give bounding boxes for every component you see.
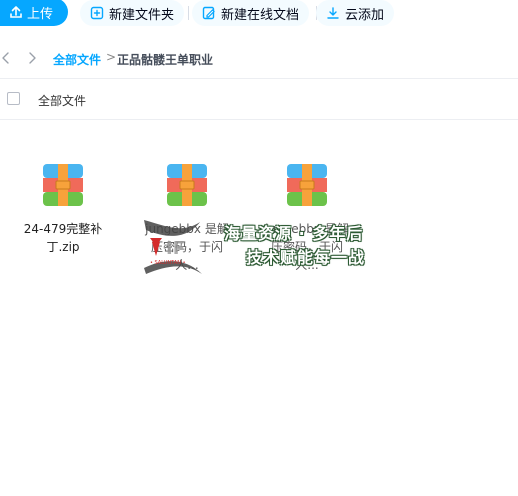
list-header: 全部文件	[0, 88, 518, 112]
list-header-label: 全部文件	[38, 94, 87, 108]
file-name: 24-479完整补丁.zip	[23, 222, 103, 254]
upload-icon	[10, 6, 22, 18]
new-folder-button[interactable]: 新建文件夹	[80, 0, 185, 26]
upload-button[interactable]: 上传	[0, 0, 68, 26]
breadcrumb-separator: >	[106, 50, 117, 64]
cloud-add-button[interactable]: 云添加	[316, 0, 395, 26]
svg-text:• SALUNTAN •: • SALUNTAN •	[150, 260, 186, 266]
archive-icon	[167, 164, 207, 206]
forward-arrow-icon[interactable]	[26, 51, 38, 65]
watermark-line-2: 技术赋能每一战	[246, 248, 366, 267]
download-icon	[327, 7, 339, 19]
new-folder-label: 新建文件夹	[109, 7, 175, 23]
file-item[interactable]: 24-479完整补丁.zip	[18, 164, 108, 256]
edit-doc-icon	[202, 6, 215, 20]
cloud-add-label: 云添加	[345, 7, 385, 23]
breadcrumb: 全部文件 > 正品骷髅王单职业	[0, 44, 518, 72]
breadcrumb-root-link[interactable]: 全部文件	[53, 51, 101, 68]
watermark-text: 海量资源 · 多年后 技术赋能每一战	[224, 222, 365, 270]
archive-icon	[287, 164, 327, 206]
toolbar: 上传 新建文件夹 新建在线文档 云添加	[0, 0, 518, 26]
toolbar-divider	[188, 6, 189, 20]
divider	[0, 78, 518, 79]
breadcrumb-current: 正品骷髅王单职业	[117, 53, 214, 67]
new-online-doc-button[interactable]: 新建在线文档	[192, 0, 310, 26]
new-online-doc-label: 新建在线文档	[221, 7, 300, 23]
archive-icon	[43, 164, 83, 206]
svg-text:IF: IF	[166, 238, 185, 259]
upload-label: 上传	[26, 6, 53, 22]
watermark-logo: IF • SALUNTAN •	[144, 220, 202, 274]
divider	[0, 119, 518, 120]
new-folder-icon	[90, 6, 104, 20]
watermark-line-1: 海量资源 · 多年后	[224, 224, 364, 243]
select-all-checkbox[interactable]	[7, 92, 20, 105]
back-arrow-icon[interactable]	[0, 51, 12, 65]
